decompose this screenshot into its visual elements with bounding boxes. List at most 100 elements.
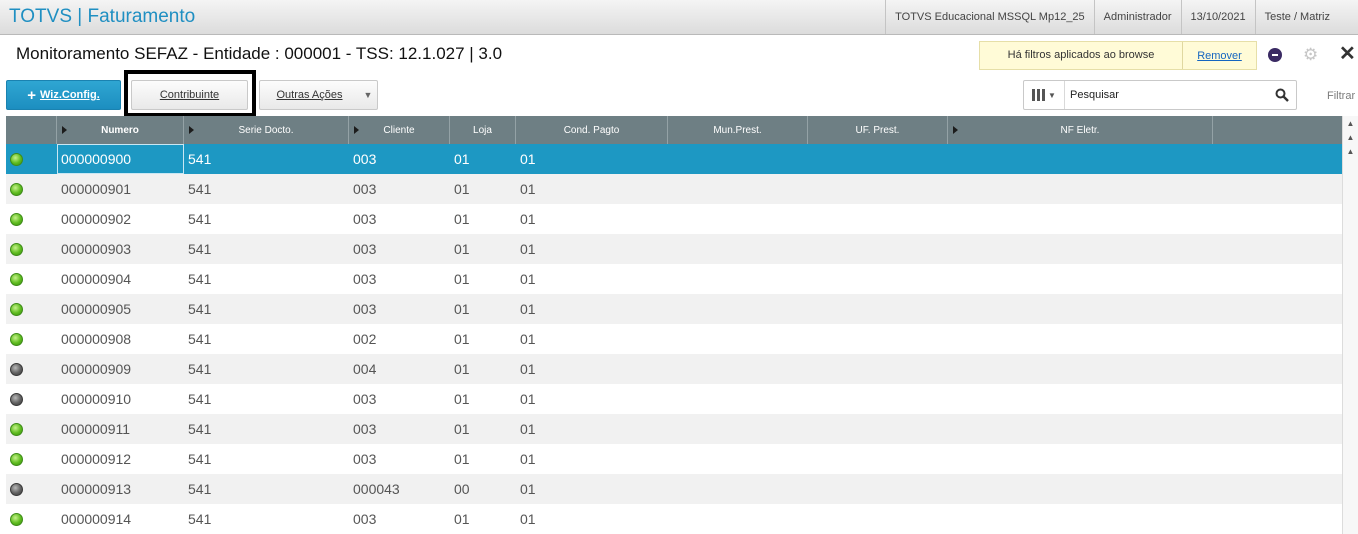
cell-numero: 000000910 — [61, 391, 132, 407]
status-green-icon — [10, 452, 23, 466]
cell-cond: 01 — [520, 241, 536, 257]
columns-icon — [1032, 89, 1046, 101]
sort-arrow-icon[interactable] — [189, 126, 194, 134]
sort-arrow-icon[interactable] — [354, 126, 359, 134]
status-green-icon — [10, 422, 23, 436]
scroll-up-icon[interactable]: ▲ — [1343, 144, 1358, 158]
cell-serie: 541 — [188, 151, 212, 167]
cell-cond: 01 — [520, 181, 536, 197]
table-row[interactable]: 000000903 541 003 01 01 — [6, 234, 1342, 264]
filter-link[interactable]: Filtrar — [1327, 90, 1355, 102]
app-header: TOTVS | Faturamento TOTVS Educacional MS… — [0, 0, 1358, 35]
table-row[interactable]: 000000912 541 003 01 01 — [6, 444, 1342, 474]
column-header-5[interactable]: Cond. Pagto — [516, 116, 668, 144]
column-header-9[interactable]: Vl. COF S — [1213, 116, 1342, 144]
status-grey-icon — [10, 362, 23, 376]
status-cell — [6, 512, 57, 526]
cell-loja: 01 — [454, 361, 470, 377]
status-cell — [6, 422, 57, 436]
table-row[interactable]: 000000900 541 003 01 01 — [6, 144, 1342, 174]
table-row[interactable]: 000000913 541 000043 00 01 — [6, 474, 1342, 504]
branch-label[interactable]: Teste / Matriz — [1254, 0, 1358, 34]
contribuinte-label: Contribuinte — [159, 89, 220, 101]
cell-serie: 541 — [188, 181, 212, 197]
column-header-2[interactable]: Serie Docto. — [184, 116, 349, 144]
cell-numero: 000000903 — [61, 241, 132, 257]
table-row[interactable]: 000000904 541 003 01 01 — [6, 264, 1342, 294]
close-icon[interactable]: ✕ — [1339, 43, 1356, 65]
cell-cliente: 003 — [353, 241, 377, 257]
sort-arrow-icon[interactable] — [953, 126, 958, 134]
data-grid: Numero Serie Docto. Cliente Loja Cond. Pagto… — [6, 116, 1342, 534]
cell-cliente: 003 — [353, 511, 377, 527]
chevron-down-icon: ▼ — [1048, 90, 1056, 100]
table-row[interactable]: 000000914 541 003 01 01 — [6, 504, 1342, 534]
column-header-label: UF. Prest. — [855, 124, 900, 136]
cell-cliente: 003 — [353, 271, 377, 287]
cell-serie: 541 — [188, 421, 212, 437]
vertical-scrollbar[interactable]: ▲ ▲ ▲ — [1342, 116, 1358, 534]
app-title: TOTVS | Faturamento — [9, 6, 196, 27]
column-header-7[interactable]: UF. Prest. — [808, 116, 948, 144]
sort-arrow-icon[interactable] — [62, 126, 67, 134]
table-row[interactable]: 000000902 541 003 01 01 — [6, 204, 1342, 234]
column-header-6[interactable]: Mun.Prest. — [668, 116, 808, 144]
cell-loja: 01 — [454, 301, 470, 317]
status-cell — [6, 332, 57, 346]
table-row[interactable]: 000000909 541 004 01 01 — [6, 354, 1342, 384]
status-cell — [6, 452, 57, 466]
table-row[interactable]: 000000910 541 003 01 01 — [6, 384, 1342, 414]
cell-loja: 01 — [454, 421, 470, 437]
outras-acoes-label: Outras Ações — [276, 89, 343, 101]
theme-icon[interactable] — [1268, 48, 1282, 62]
date-label[interactable]: 13/10/2021 — [1180, 0, 1255, 34]
status-green-icon — [10, 242, 23, 256]
cell-loja: 01 — [454, 211, 470, 227]
cell-cond: 01 — [520, 271, 536, 287]
cell-loja: 01 — [454, 151, 470, 167]
status-cell — [6, 362, 57, 376]
contribuinte-button[interactable]: Contribuinte — [131, 80, 248, 110]
column-header-3[interactable]: Cliente — [349, 116, 450, 144]
column-header-label: Loja — [473, 124, 492, 136]
cell-cliente: 003 — [353, 421, 377, 437]
cell-cliente: 003 — [353, 451, 377, 467]
table-row[interactable]: 000000901 541 003 01 01 — [6, 174, 1342, 204]
cell-cond: 01 — [520, 331, 536, 347]
cell-loja: 01 — [454, 241, 470, 257]
remove-filter-link[interactable]: Remover — [1183, 50, 1256, 62]
cell-serie: 541 — [188, 271, 212, 287]
plus-icon: + — [27, 86, 36, 104]
table-row[interactable]: 000000911 541 003 01 01 — [6, 414, 1342, 444]
column-header-label: Serie Docto. — [238, 124, 294, 136]
page-title: Monitoramento SEFAZ - Entidade : 000001 … — [16, 44, 503, 63]
column-header-label: Cond. Pagto — [563, 124, 620, 136]
cell-cond: 01 — [520, 481, 536, 497]
cell-numero: 000000904 — [61, 271, 132, 287]
search-icon[interactable] — [1268, 88, 1296, 102]
cell-cliente: 003 — [353, 211, 377, 227]
cell-cliente: 003 — [353, 151, 377, 167]
column-picker-button[interactable]: ▼ — [1024, 81, 1065, 109]
scroll-page-up-icon[interactable]: ▲ — [1343, 130, 1358, 144]
column-header-1[interactable]: Numero — [57, 116, 184, 144]
column-header-0[interactable] — [6, 116, 57, 144]
cell-serie: 541 — [188, 481, 212, 497]
column-header-4[interactable]: Loja — [450, 116, 516, 144]
environment-label[interactable]: TOTVS Educacional MSSQL Mp12_25 — [885, 0, 1094, 34]
status-cell — [6, 152, 57, 166]
user-label[interactable]: Administrador — [1093, 0, 1181, 34]
cell-serie: 541 — [188, 451, 212, 467]
gear-icon[interactable]: ⚙ — [1303, 45, 1318, 65]
scroll-top-icon[interactable]: ▲ — [1343, 116, 1358, 130]
status-cell — [6, 242, 57, 256]
table-row[interactable]: 000000905 541 003 01 01 — [6, 294, 1342, 324]
cell-numero: 000000908 — [61, 331, 132, 347]
outras-acoes-dropdown[interactable]: Outras Ações ▼ — [259, 80, 378, 110]
column-header-label: NF Eletr. — [1060, 124, 1100, 136]
table-row[interactable]: 000000908 541 002 01 01 — [6, 324, 1342, 354]
search-input[interactable] — [1065, 82, 1268, 108]
wiz-config-button[interactable]: + Wiz.Config. — [6, 80, 121, 110]
column-header-8[interactable]: NF Eletr. — [948, 116, 1213, 144]
cell-numero: 000000912 — [61, 451, 132, 467]
